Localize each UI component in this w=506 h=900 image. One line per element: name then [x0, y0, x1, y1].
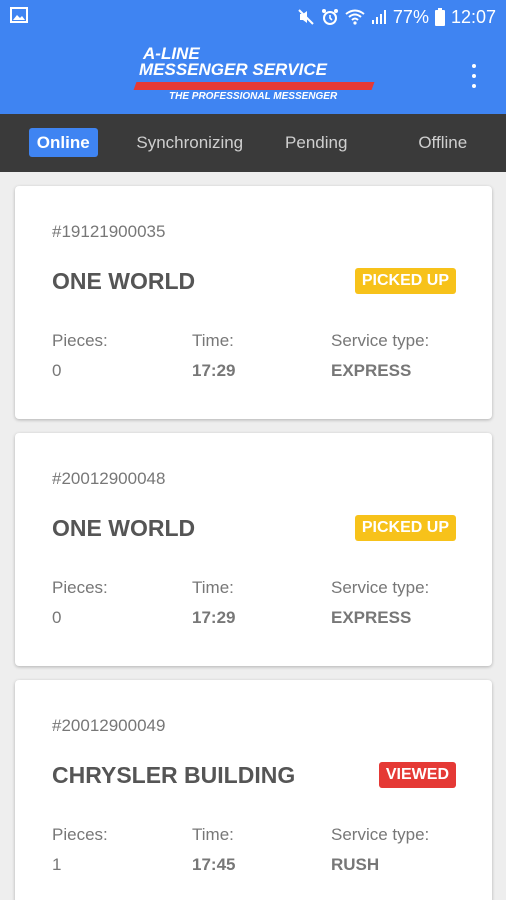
- service-field: Service type: RUSH: [331, 825, 429, 875]
- tab-synchronizing-label: Synchronizing: [136, 133, 244, 152]
- pieces-field: Pieces: 0: [52, 578, 108, 628]
- time-value: 17:29: [192, 361, 236, 380]
- pieces-label: Pieces:: [52, 825, 108, 844]
- pieces-label: Pieces:: [52, 578, 108, 597]
- pieces-value: 0: [52, 608, 62, 627]
- service-field: Service type: EXPRESS: [331, 578, 429, 628]
- tab-pending-label: Pending: [285, 133, 348, 152]
- job-title: CHRYSLER BUILDING: [52, 762, 296, 788]
- time-field: Time: 17:29: [192, 331, 235, 381]
- logo-stripe: [133, 82, 375, 90]
- tab-offline-label: Offline: [418, 133, 468, 152]
- service-label: Service type:: [331, 331, 430, 350]
- job-list: #19121900035 ONE WORLD PICKED UP Pieces:…: [0, 172, 506, 900]
- wifi-icon: [345, 9, 365, 25]
- service-value: EXPRESS: [331, 361, 412, 380]
- time-field: Time: 17:45: [192, 825, 235, 875]
- service-label: Service type:: [331, 578, 430, 597]
- pieces-value: 0: [52, 361, 62, 380]
- pieces-field: Pieces: 0: [52, 331, 108, 381]
- clock-time: 12:07: [450, 6, 496, 27]
- status-bar: 77% 12:07: [0, 0, 506, 34]
- tab-offline[interactable]: Offline: [380, 133, 506, 153]
- status-badge: PICKED UP: [354, 515, 456, 541]
- job-title: ONE WORLD: [52, 268, 196, 294]
- pieces-label: Pieces:: [52, 331, 108, 350]
- battery-percent: 77%: [392, 6, 429, 27]
- logo-tagline: THE PROFESSIONAL MESSENGER: [169, 91, 338, 102]
- gallery-icon: [10, 6, 28, 28]
- service-value: RUSH: [331, 855, 380, 874]
- service-value: EXPRESS: [331, 608, 412, 627]
- battery-icon: [434, 8, 445, 26]
- time-value: 17:45: [192, 855, 236, 874]
- status-badge: PICKED UP: [354, 268, 456, 294]
- time-value: 17:29: [192, 608, 236, 627]
- app-bar: A-LINE MESSENGER SERVICE THE PROFESSIONA…: [0, 34, 506, 114]
- time-label: Time:: [192, 331, 234, 350]
- mute-icon: [297, 8, 315, 26]
- signal-icon: [371, 9, 387, 25]
- tab-pending[interactable]: Pending: [253, 133, 380, 153]
- service-field: Service type: EXPRESS: [331, 331, 429, 381]
- pieces-value: 1: [52, 855, 62, 874]
- company-logo: A-LINE MESSENGER SERVICE THE PROFESSIONA…: [133, 42, 375, 106]
- status-badge: VIEWED: [378, 762, 456, 788]
- job-title: ONE WORLD: [52, 515, 196, 541]
- tab-online-label: Online: [28, 128, 98, 157]
- alarm-icon: [321, 8, 339, 26]
- overflow-menu-icon[interactable]: [464, 64, 484, 88]
- pieces-field: Pieces: 1: [52, 825, 108, 875]
- job-card[interactable]: #19121900035 ONE WORLD PICKED UP Pieces:…: [15, 186, 492, 419]
- tab-online[interactable]: Online: [0, 128, 127, 157]
- logo-line2: MESSENGER SERVICE: [139, 60, 327, 79]
- time-label: Time:: [192, 578, 234, 597]
- job-number: #20012900048: [52, 469, 166, 488]
- service-label: Service type:: [331, 825, 430, 844]
- time-field: Time: 17:29: [192, 578, 235, 628]
- job-card[interactable]: #20012900049 CHRYSLER BUILDING VIEWED Pi…: [15, 680, 492, 900]
- job-card[interactable]: #20012900048 ONE WORLD PICKED UP Pieces:…: [15, 433, 492, 666]
- job-number: #19121900035: [52, 222, 166, 241]
- tab-synchronizing[interactable]: Synchronizing: [127, 133, 254, 153]
- status-tabs: Online Synchronizing Pending Offline: [0, 114, 506, 172]
- job-number: #20012900049: [52, 716, 166, 735]
- time-label: Time:: [192, 825, 234, 844]
